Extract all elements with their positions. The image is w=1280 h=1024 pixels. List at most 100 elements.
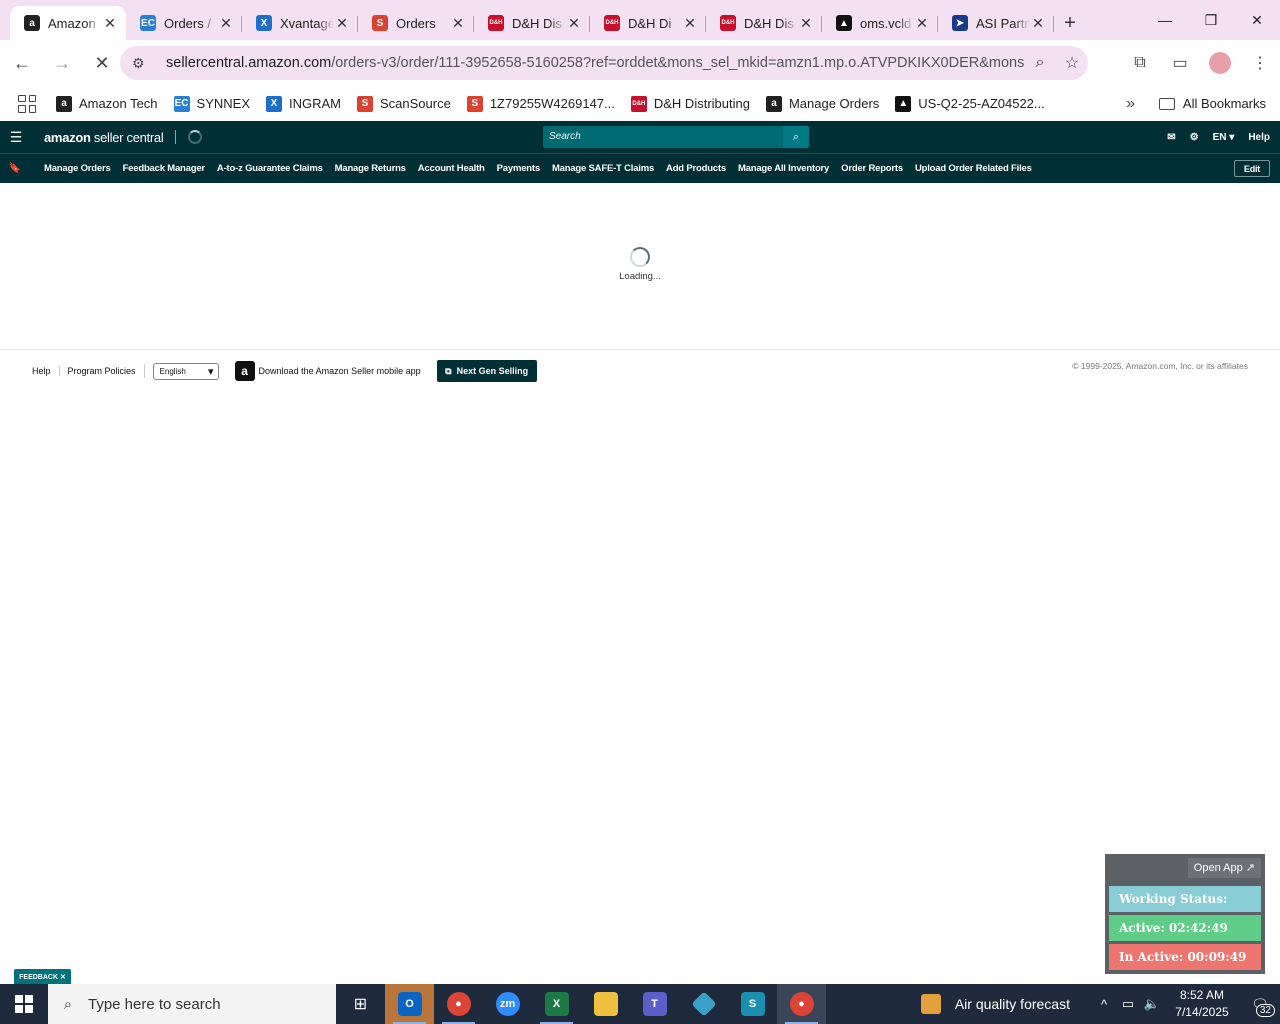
nav-link[interactable]: Upload Order Related Files [915, 163, 1032, 174]
close-tab-icon[interactable]: ✕ [334, 15, 350, 32]
close-tab-icon[interactable]: ✕ [566, 15, 582, 32]
weather-widget[interactable]: Air quality forecast [920, 994, 1070, 1014]
footer-help-link[interactable]: Help [32, 366, 51, 376]
profile-avatar[interactable] [1209, 52, 1231, 74]
nav-link[interactable]: A-to-z Guarantee Claims [217, 163, 323, 174]
bookmark-item[interactable]: ▲ US-Q2-25-AZ04522... [895, 95, 1045, 112]
browser-tab[interactable]: D&H D&H Dis ✕ [474, 6, 590, 40]
start-button[interactable] [0, 984, 48, 1024]
close-tab-icon[interactable]: ✕ [450, 15, 466, 32]
nav-link[interactable]: Manage Returns [335, 163, 406, 174]
loading-spinner-icon [188, 130, 203, 144]
close-tab-icon[interactable]: ✕ [218, 15, 234, 32]
browser-tab[interactable]: a Amazon ✕ [10, 6, 126, 40]
nav-link[interactable]: Payments [497, 163, 540, 174]
nav-link[interactable]: Add Products [666, 163, 726, 174]
hamburger-menu-icon[interactable]: ☰ [0, 129, 32, 146]
taskbar-app-diamond[interactable] [679, 984, 728, 1024]
bookmark-favicon-icon: EC [173, 95, 190, 112]
inactive-time: In Active: 00:09:49 [1109, 944, 1261, 970]
nav-link[interactable]: Manage All Inventory [738, 163, 829, 174]
taskbar-teams[interactable]: T [630, 984, 679, 1024]
taskbar-clock[interactable]: 8:52 AM 7/14/2025 [1164, 987, 1240, 1021]
search-button[interactable]: ⌕ [783, 126, 809, 148]
nav-link[interactable]: Account Health [418, 163, 485, 174]
taskbar-file-explorer[interactable] [581, 984, 630, 1024]
nav-link[interactable]: Feedback Manager [123, 163, 206, 174]
open-app-button[interactable]: Open App ↗ [1187, 858, 1261, 878]
tab-title: Orders / [164, 15, 211, 31]
browser-toolbar: ← → ✕ ⚙ sellercentral.amazon.com/orders-… [0, 40, 1280, 86]
apps-grid-icon[interactable] [18, 94, 36, 113]
bookmark-item[interactable]: X INGRAM [266, 95, 341, 112]
nav-link[interactable]: Manage SAFE-T Claims [552, 163, 654, 174]
browser-tab[interactable]: ➤ ASI Partn ✕ [938, 6, 1054, 40]
edit-nav-button[interactable]: Edit [1234, 160, 1270, 177]
minimize-button[interactable]: — [1142, 0, 1188, 40]
more-bookmarks-icon[interactable]: » [1126, 95, 1135, 113]
taskbar-zoom[interactable]: zm [483, 984, 532, 1024]
settings-gear-icon[interactable]: ⚙ [1190, 132, 1199, 143]
next-gen-selling-button[interactable]: ⧉ Next Gen Selling [436, 360, 537, 382]
browser-tab[interactable]: D&H D&H Di ✕ [590, 6, 706, 40]
browser-tab[interactable]: D&H D&H Dis ✕ [706, 6, 822, 40]
bookmark-item[interactable]: S ScanSource [357, 95, 451, 112]
taskbar-chrome[interactable]: ● [434, 984, 483, 1024]
task-view-icon: ⊞ [353, 996, 368, 1013]
site-info-icon[interactable]: ⚙ [132, 55, 152, 72]
zoom-icon[interactable]: ⌕ [1024, 54, 1056, 72]
bookmark-item[interactable]: a Manage Orders [765, 95, 879, 112]
help-link[interactable]: Help [1248, 132, 1270, 143]
extensions-icon[interactable]: ⧉ [1120, 54, 1160, 72]
browser-tab[interactable]: ▲ oms.vcld ✕ [822, 6, 938, 40]
language-selector[interactable]: EN ▾ [1213, 132, 1235, 143]
stop-button[interactable]: ✕ [84, 45, 120, 81]
search-icon: ⌕ [792, 130, 800, 143]
volume-icon[interactable]: 🔈 [1140, 996, 1164, 1012]
program-policies-link[interactable]: Program Policies [58, 366, 136, 376]
browser-tab[interactable]: S Orders ✕ [358, 6, 474, 40]
close-tab-icon[interactable]: ✕ [1030, 15, 1046, 32]
header-right: ✉ ⚙ EN ▾ Help [1153, 121, 1270, 153]
bookmark-item[interactable]: S 1Z79255W4269147... [466, 95, 615, 112]
chrome-profile-icon: ● [789, 992, 814, 1016]
browser-tab[interactable]: X Xvantage ✕ [242, 6, 358, 40]
forward-button[interactable]: → [44, 45, 80, 81]
footer-language-select[interactable]: English [152, 362, 219, 380]
nav-link[interactable]: Manage Orders [44, 163, 111, 174]
taskbar-outlook[interactable]: O [385, 984, 434, 1024]
seller-central-logo[interactable]: amazon seller central [44, 130, 164, 145]
cast-icon[interactable]: ▭ [1160, 53, 1200, 73]
taskbar-search-input[interactable]: ⌕ Type here to search [48, 984, 336, 1024]
download-app-link[interactable]: a Download the Amazon Seller mobile app [234, 361, 421, 381]
close-tab-icon[interactable]: ✕ [682, 15, 698, 32]
nav-link[interactable]: Order Reports [841, 163, 903, 174]
bookmark-item[interactable]: EC SYNNEX [173, 95, 250, 112]
address-bar[interactable]: ⚙ sellercentral.amazon.com/orders-v3/ord… [120, 46, 1088, 80]
browser-tab[interactable]: EC Orders / ✕ [126, 6, 242, 40]
task-view-button[interactable]: ⊞ [336, 984, 385, 1024]
back-button[interactable]: ← [4, 45, 40, 81]
restore-button[interactable]: ❐ [1188, 0, 1234, 40]
menu-icon[interactable]: ⋮ [1240, 53, 1280, 73]
tray-chevron-icon[interactable]: ^ [1092, 997, 1116, 1012]
all-bookmarks-button[interactable]: All Bookmarks [1158, 96, 1266, 111]
taskbar-excel[interactable]: X [532, 984, 581, 1024]
close-tab-icon[interactable]: ✕ [914, 15, 930, 32]
bookmark-item[interactable]: a Amazon Tech [56, 95, 158, 112]
close-window-button[interactable]: ✕ [1234, 0, 1280, 40]
notifications-button[interactable]: 🗨 32 [1240, 996, 1280, 1017]
bookmark-star-icon[interactable]: ☆ [1056, 53, 1088, 73]
network-icon[interactable]: ▭ [1116, 996, 1140, 1012]
taskbar-chrome-profile[interactable]: ● [777, 984, 826, 1024]
bookmark-item[interactable]: D&H D&H Distributing [630, 95, 750, 112]
close-tab-icon[interactable]: ✕ [102, 15, 118, 32]
url-text: sellercentral.amazon.com/orders-v3/order… [166, 55, 1024, 71]
new-tab-button[interactable]: + [1054, 6, 1086, 40]
taskbar-app-s[interactable]: S [728, 984, 777, 1024]
bookmark-icon[interactable]: 🔖 [0, 163, 30, 174]
feedback-button[interactable]: FEEDBACK ✕ [14, 969, 71, 984]
close-tab-icon[interactable]: ✕ [798, 15, 814, 32]
mail-icon[interactable]: ✉ [1167, 132, 1175, 143]
search-input[interactable]: Search [543, 126, 783, 148]
